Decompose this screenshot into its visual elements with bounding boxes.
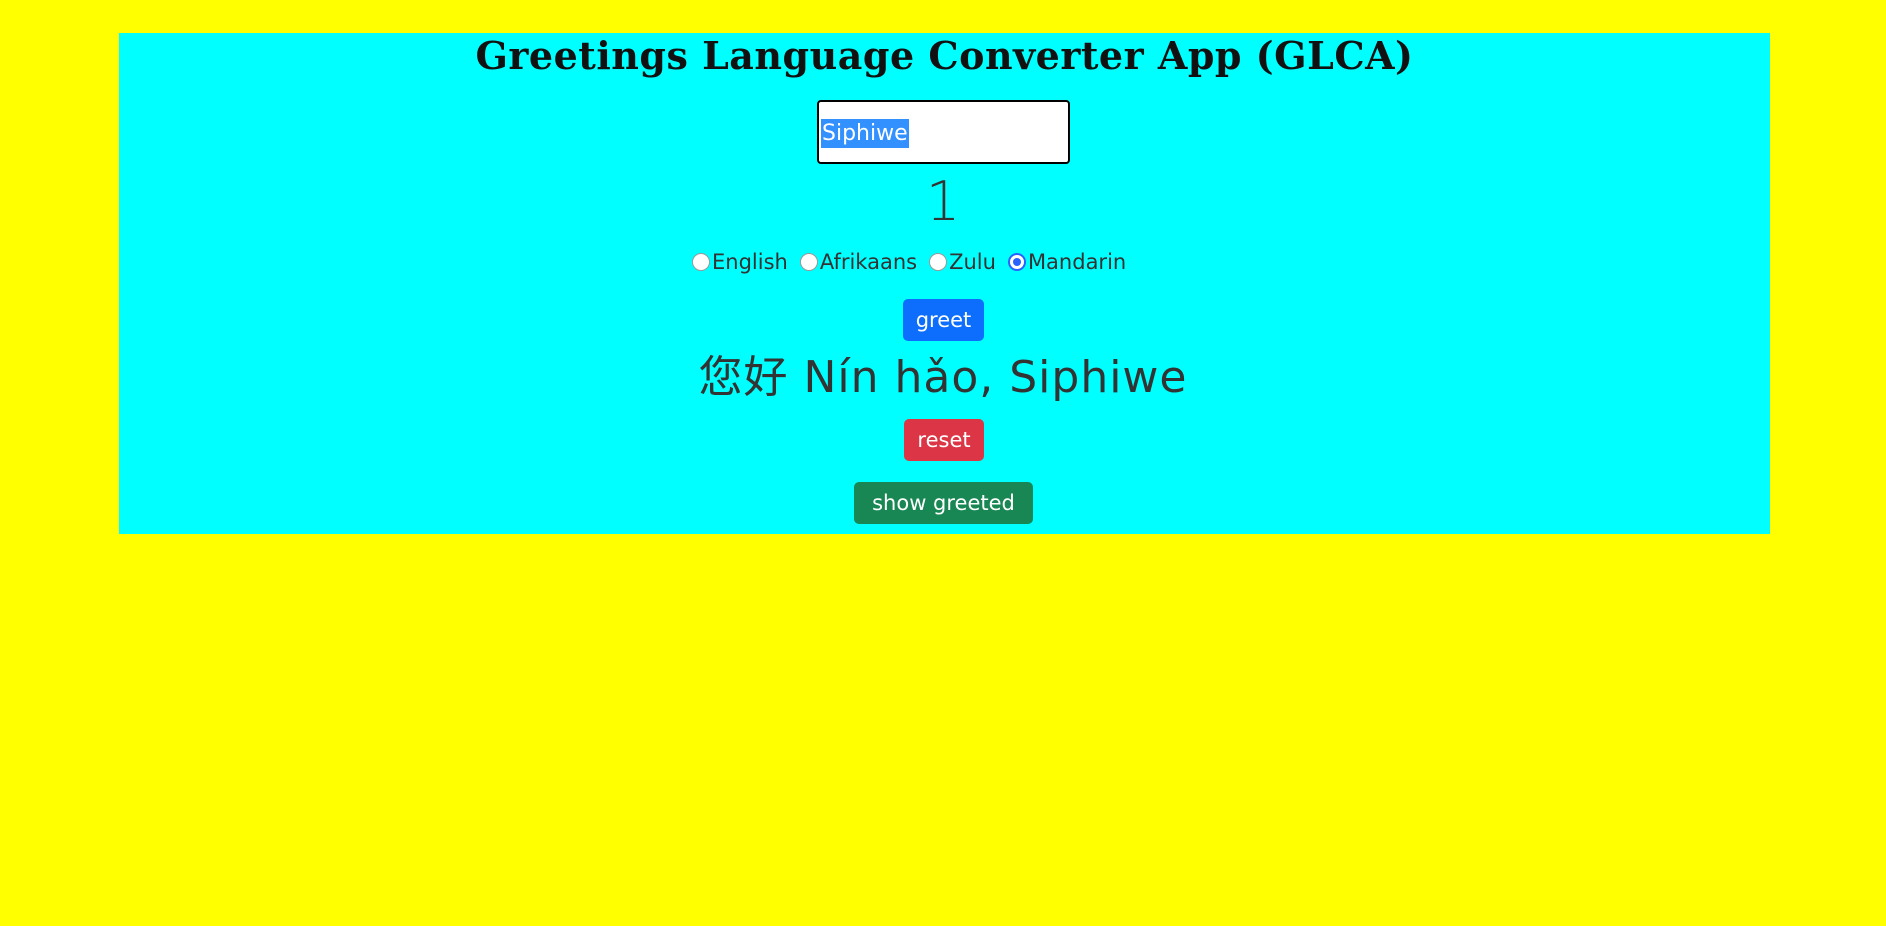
name-input-value[interactable]: Siphiwe [821,119,909,148]
radio-mandarin-button[interactable] [1007,253,1026,271]
greet-button[interactable]: greet [903,299,984,341]
greet-counter: 1 [925,170,961,233]
show-greeted-button[interactable]: show greeted [854,482,1033,524]
radio-english[interactable]: English [692,250,788,274]
radio-zulu-label: Zulu [949,250,996,274]
radio-afrikaans[interactable]: Afrikaans [799,250,918,274]
radio-mandarin[interactable]: Mandarin [1007,250,1127,274]
radio-zulu[interactable]: Zulu [929,250,996,274]
greeting-message: 您好 Nín hǎo, Siphiwe [698,352,1188,403]
language-radio-group: English Afrikaans Zulu Mandarin [692,248,1138,276]
radio-mandarin-label: Mandarin [1027,250,1127,274]
radio-english-label: English [712,250,788,274]
radio-english-button[interactable] [692,253,710,271]
radio-zulu-button[interactable] [929,253,948,271]
radio-afrikaans-label: Afrikaans [819,250,918,274]
radio-afrikaans-button[interactable] [799,253,818,271]
reset-button[interactable]: reset [904,419,984,461]
page-title: Greetings Language Converter App (GLCA) [475,33,1414,78]
